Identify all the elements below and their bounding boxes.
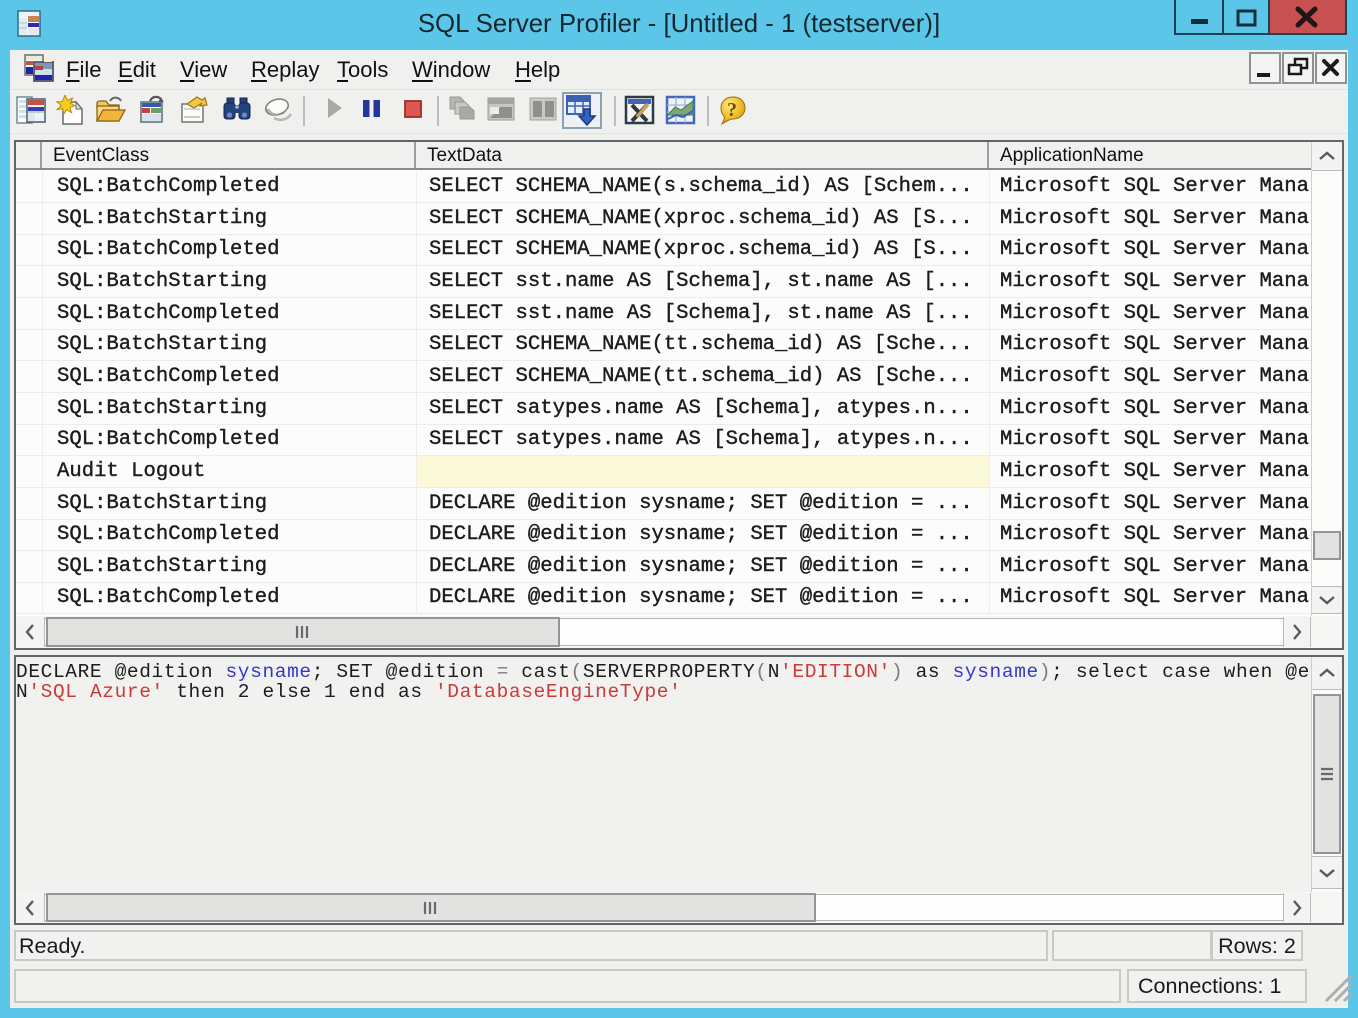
svg-text:?: ?: [727, 99, 737, 121]
